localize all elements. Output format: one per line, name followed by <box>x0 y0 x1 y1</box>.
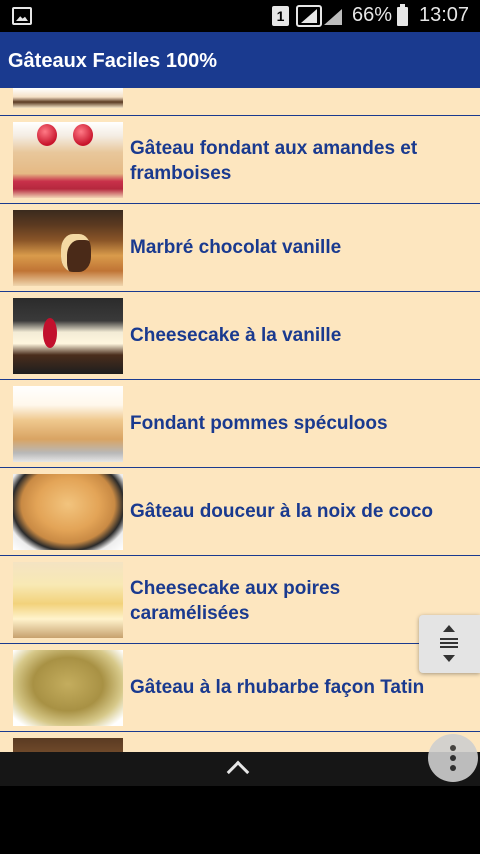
recipe-title: Fondant pommes spéculoos <box>130 413 388 434</box>
menu-dot <box>450 755 456 761</box>
list-item[interactable]: Gâteau fondant aux amandes et framboises <box>0 116 480 204</box>
sim-icon: 1 <box>272 6 289 26</box>
app-bar: Gâteaux Faciles 100% <box>0 32 480 88</box>
recipe-list[interactable]: Gâteau fondant aux amandes et framboises… <box>0 88 480 752</box>
recipe-title: Gâteau douceur à la noix de coco <box>130 501 434 522</box>
list-item[interactable]: Cheesecake à la vanille <box>0 292 480 380</box>
raspberry-decoration <box>37 124 57 146</box>
recipe-thumbnail <box>13 210 123 286</box>
signal-icon-secondary <box>324 9 342 25</box>
status-bar: 1 66% 13:07 <box>0 0 480 32</box>
recipe-title: Gâteau fondant aux amandes et framboises <box>130 138 418 184</box>
list-item[interactable]: Gâteau à la rhubarbe façon Tatin <box>0 644 480 732</box>
list-item[interactable] <box>0 732 480 752</box>
app-title: Gâteaux Faciles 100% <box>8 50 218 72</box>
overflow-menu-icon[interactable] <box>428 734 478 782</box>
recipe-title: Gâteau à la rhubarbe façon Tatin <box>130 677 425 698</box>
recipe-thumbnail <box>13 738 123 752</box>
recipe-title: Cheesecake aux poires caramélisées <box>130 578 341 624</box>
recipe-title: Cheesecake à la vanille <box>130 325 342 346</box>
recipe-title: Marbré chocolat vanille <box>130 237 342 258</box>
bottom-bar <box>0 752 480 786</box>
list-item[interactable]: Gâteau douceur à la noix de coco <box>0 468 480 556</box>
scroll-down-icon <box>443 655 455 662</box>
gallery-icon <box>12 7 32 25</box>
footer-area <box>0 786 480 854</box>
battery-percent: 66% <box>352 4 393 26</box>
recipe-thumbnail <box>13 386 123 462</box>
scroll-handle-icon <box>440 638 458 648</box>
list-item[interactable]: Cheesecake aux poires caramélisées <box>0 556 480 644</box>
recipe-thumbnail <box>13 562 123 638</box>
chevron-up-icon[interactable] <box>226 760 250 784</box>
list-item[interactable] <box>0 88 480 116</box>
battery-icon <box>397 4 408 26</box>
menu-dot <box>450 745 456 751</box>
recipe-thumbnail <box>13 650 123 726</box>
recipe-thumbnail <box>13 474 123 550</box>
list-item[interactable]: Marbré chocolat vanille <box>0 204 480 292</box>
recipe-thumbnail <box>13 88 123 108</box>
signal-icon <box>296 5 322 27</box>
recipe-thumbnail <box>13 298 123 374</box>
raspberry-decoration <box>73 124 93 146</box>
scroll-up-icon <box>443 625 455 632</box>
menu-dot <box>450 765 456 771</box>
recipe-thumbnail <box>13 122 123 198</box>
fast-scroll-handle[interactable] <box>419 615 480 673</box>
clock: 13:07 <box>419 4 470 26</box>
list-item[interactable]: Fondant pommes spéculoos <box>0 380 480 468</box>
